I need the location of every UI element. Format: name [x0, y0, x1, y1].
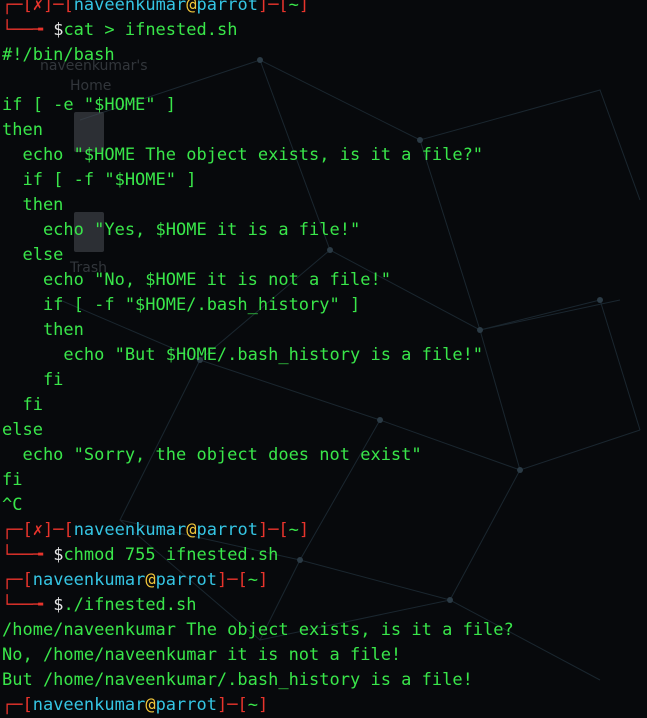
script-line: if [ -e "$HOME" ]	[2, 95, 176, 115]
script-line: fi	[2, 370, 64, 390]
prompt-header: ┌─[✗]─[naveenkumar@parrot]─[~]	[2, 520, 310, 540]
prompt-symbol: $	[53, 595, 64, 615]
prompt-header: ┌─[✗]─[naveenkumar@parrot]─[~]	[2, 0, 647, 18]
prompt-command-line: └──╼ $./ifnested.sh	[2, 595, 197, 615]
prompt-at: @	[145, 570, 156, 590]
prompt-user: naveenkumar	[32, 695, 146, 715]
prompt-host: parrot	[155, 695, 217, 715]
terminal-output[interactable]: ┌─[✗]─[naveenkumar@parrot]─[~] └──╼ $cat…	[2, 0, 647, 718]
prompt-dir: ~	[247, 695, 258, 715]
prompt-dir: ~	[288, 520, 299, 540]
prompt-dir: ~	[247, 570, 258, 590]
command-text: chmod 755 ifnested.sh	[63, 545, 279, 565]
script-line	[2, 68, 647, 93]
output-line: /home/naveenkumar The object exists, is …	[2, 620, 514, 640]
output-line: No, /home/naveenkumar it is not a file!	[2, 645, 402, 665]
script-line: echo "Yes, $HOME it is a file!"	[2, 220, 361, 240]
script-line: if [ -f "$HOME/.bash_history" ]	[2, 295, 361, 315]
output-line: But /home/naveenkumar/.bash_history is a…	[2, 670, 473, 690]
script-line: echo "Sorry, the object does not exist"	[2, 445, 422, 465]
prompt-header: ┌─[naveenkumar@parrot]─[~]	[2, 570, 269, 590]
script-line: then	[2, 320, 84, 340]
script-line: if [ -f "$HOME" ]	[2, 170, 197, 190]
prompt-host: parrot	[196, 520, 258, 540]
prompt-host: parrot	[196, 0, 258, 15]
script-line: then	[2, 195, 64, 215]
prompt-command-line: └──╼ $chmod 755 ifnested.sh	[2, 545, 279, 565]
prompt-command-line: └──╼ $cat > ifnested.sh	[2, 20, 238, 40]
prompt-user: naveenkumar	[73, 0, 187, 15]
script-line: echo "But $HOME/.bash_history is a file!…	[2, 345, 484, 365]
script-line: then	[2, 120, 43, 140]
script-line: fi	[2, 470, 23, 490]
prompt-host: parrot	[155, 570, 217, 590]
prompt-symbol: $	[53, 20, 64, 40]
error-status: ✗	[32, 520, 43, 540]
error-status: ✗	[32, 0, 43, 15]
prompt-user: naveenkumar	[73, 520, 187, 540]
prompt-user: naveenkumar	[32, 570, 146, 590]
command-text: ./ifnested.sh	[63, 595, 197, 615]
prompt-at: @	[186, 520, 197, 540]
prompt-symbol: $	[53, 545, 64, 565]
prompt-dir: ~	[288, 0, 299, 15]
prompt-at: @	[145, 695, 156, 715]
script-line: fi	[2, 395, 43, 415]
script-line: echo "No, $HOME it is not a file!"	[2, 270, 391, 290]
interrupt-line: ^C	[2, 495, 23, 515]
command-text: cat > ifnested.sh	[63, 20, 238, 40]
prompt-at: @	[186, 0, 197, 15]
script-line: echo "$HOME The object exists, is it a f…	[2, 145, 484, 165]
prompt-header: ┌─[naveenkumar@parrot]─[~]	[2, 695, 269, 715]
script-line: else	[2, 245, 64, 265]
script-line: #!/bin/bash	[2, 45, 115, 65]
script-line: else	[2, 420, 43, 440]
